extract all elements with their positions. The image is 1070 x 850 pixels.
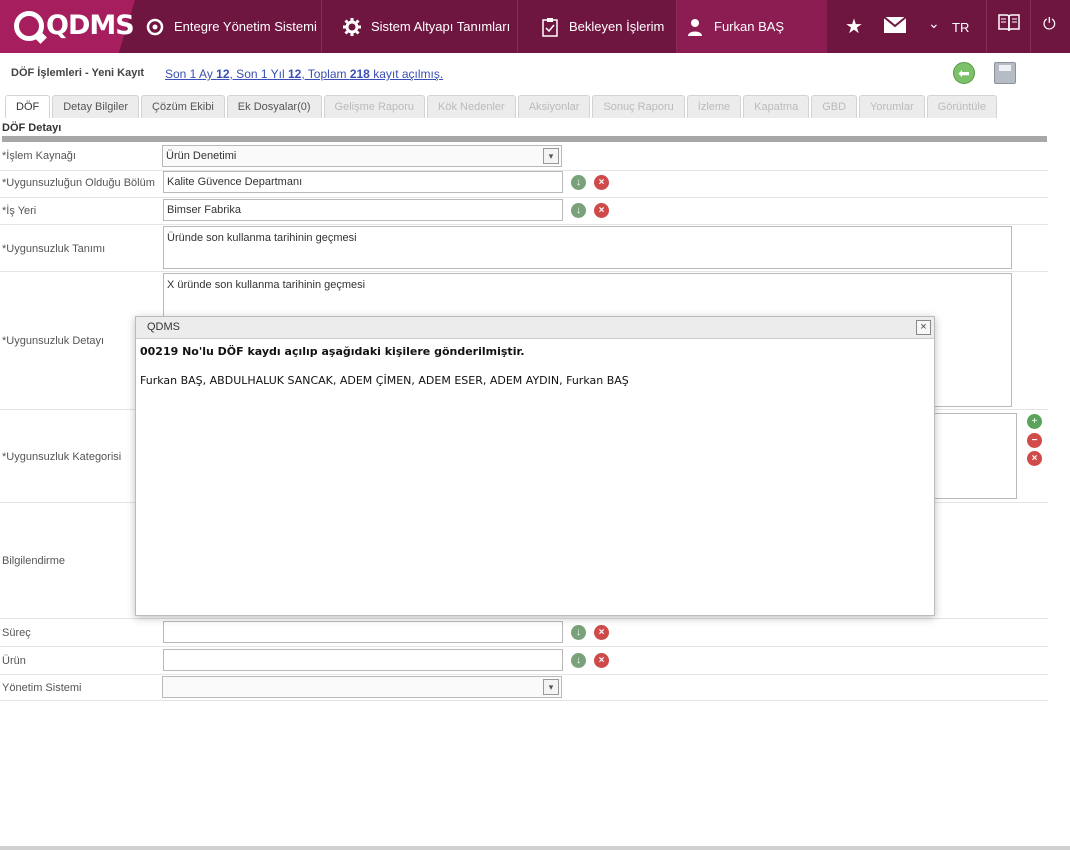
tab-detay-bilgiler[interactable]: Detay Bilgiler [52, 95, 140, 118]
tab-dof[interactable]: DÖF [5, 95, 51, 118]
field-label: *Uygunsuzluk Detayı [2, 335, 105, 347]
tab-kapatma[interactable]: Kapatma [743, 95, 810, 118]
language-selector[interactable]: TR [952, 20, 969, 35]
user-icon [685, 17, 705, 37]
chevron-down-icon[interactable]: ⌄ [928, 15, 940, 32]
select-down-icon[interactable]: ↓ [571, 625, 586, 640]
tab-cozum-ekibi[interactable]: Çözüm Ekibi [141, 95, 225, 118]
tab-sonuc-raporu[interactable]: Sonuç Raporu [592, 95, 685, 118]
tab-izleme[interactable]: İzleme [686, 95, 742, 118]
dialog-recipients: Furkan BAŞ, ABDULHALUK SANCAK, ADEM ÇİME… [140, 374, 629, 387]
row-urun: Ürün ↓ × [0, 647, 1048, 675]
tab-gbd[interactable]: GBD [811, 95, 858, 118]
tab-gelisme-raporu[interactable]: Gelişme Raporu [323, 95, 426, 118]
nav-user-menu[interactable]: Furkan BAŞ [677, 0, 827, 53]
star-icon[interactable]: ★ [845, 14, 863, 39]
nav-sistem-altyapi[interactable]: Sistem Altyapı Tanımları [322, 0, 518, 53]
row-is-yeri: *İş Yeri Bimser Fabrika ↓ × [0, 198, 1048, 225]
clipboard-icon [540, 17, 560, 37]
clear-icon[interactable]: × [594, 653, 609, 668]
field-label: Ürün [2, 655, 26, 667]
row-yonetim-sistemi: Yönetim Sistemi ▾ [0, 675, 1048, 701]
row-tanim: *Uygunsuzluk Tanımı Üründe son kullanma … [0, 225, 1048, 272]
select-down-icon[interactable]: ↓ [571, 175, 586, 190]
page-bottom-border [0, 846, 1070, 850]
stats-text: , Son 1 Yıl [229, 67, 288, 81]
nav-bekleyen-islerim[interactable]: Bekleyen İşlerim [518, 0, 677, 53]
field-label: *Uygunsuzluğun Olduğu Bölüm [2, 177, 155, 189]
stats-count: 12 [216, 67, 230, 81]
islem-kaynagi-select[interactable]: Ürün Denetimi ▾ [162, 145, 562, 167]
back-button[interactable]: ⬅ [953, 62, 975, 84]
chevron-down-icon[interactable]: ▾ [543, 148, 559, 164]
row-surec: Süreç ↓ × [0, 619, 1048, 647]
clear-icon[interactable]: × [594, 625, 609, 640]
is-yeri-field[interactable]: Bimser Fabrika [163, 199, 563, 221]
stats-text: , Toplam [301, 67, 350, 81]
select-value: Ürün Denetimi [166, 150, 237, 162]
row-bolum: *Uygunsuzluğun Olduğu Bölüm Kalite Güven… [0, 171, 1048, 198]
mail-icon[interactable] [883, 16, 907, 39]
tab-yorumlar[interactable]: Yorumlar [859, 95, 925, 118]
stats-text: Son 1 Ay [165, 67, 217, 81]
select-down-icon[interactable]: ↓ [571, 203, 586, 218]
row-islem-kaynagi: *İşlem Kaynağı Ürün Denetimi ▾ [0, 144, 1048, 171]
power-icon[interactable]: ⏻ [1043, 16, 1056, 34]
yonetim-sistemi-select[interactable]: ▾ [162, 676, 562, 698]
stats-text: kayıt açılmış. [369, 67, 444, 81]
close-icon[interactable]: × [916, 320, 931, 335]
nav-entegre-yonetim[interactable]: Entegre Yönetim Sistemi [135, 0, 322, 53]
section-divider [2, 136, 1047, 142]
stats-count: 12 [288, 67, 302, 81]
surec-field[interactable] [163, 621, 563, 643]
add-icon[interactable]: + [1027, 414, 1042, 429]
field-label: *Uygunsuzluk Kategorisi [2, 451, 122, 463]
remove-icon[interactable]: − [1027, 433, 1042, 448]
field-label: Süreç [2, 627, 31, 639]
clear-icon[interactable]: × [594, 203, 609, 218]
record-stats-link[interactable]: Son 1 Ay 12, Son 1 Yıl 12, Toplam 218 ka… [165, 67, 443, 81]
tab-bar: DÖF Detay Bilgiler Çözüm Ekibi Ek Dosyal… [5, 95, 999, 118]
tab-aksiyonlar[interactable]: Aksiyonlar [517, 95, 591, 118]
nav-label: Bekleyen İşlerim [569, 19, 665, 34]
page-title: DÖF İşlemleri - Yeni Kayıt [11, 67, 145, 79]
section-title: DÖF Detayı [2, 122, 62, 134]
field-label: *İşlem Kaynağı [2, 150, 76, 162]
clear-icon[interactable]: × [1027, 451, 1042, 466]
tab-kok-nedenler[interactable]: Kök Nedenler [427, 95, 516, 118]
qdms-logo[interactable]: QDMS [14, 10, 135, 41]
dialog-title: QDMS [147, 321, 180, 333]
manual-button[interactable] [986, 0, 1031, 53]
nav-label: Sistem Altyapı Tanımları [371, 19, 511, 34]
bolum-field[interactable]: Kalite Güvence Departmanı [163, 171, 563, 193]
clear-icon[interactable]: × [594, 175, 609, 190]
urun-field[interactable] [163, 649, 563, 671]
field-label: Bilgilendirme [2, 555, 65, 567]
nav-label: Entegre Yönetim Sistemi [174, 19, 317, 34]
dialog-titlebar: QDMS × [136, 317, 934, 339]
field-label: *Uygunsuzluk Tanımı [2, 243, 106, 255]
tanim-textarea[interactable]: Üründe son kullanma tarihinin geçmesi [163, 226, 1012, 269]
select-down-icon[interactable]: ↓ [571, 653, 586, 668]
top-navigation-bar: QDMS Entegre Yönetim Sistemi Sistem Alty… [0, 0, 1070, 53]
dialog-message: 00219 No'lu DÖF kaydı açılıp aşağıdaki k… [140, 345, 525, 358]
stats-count: 218 [349, 67, 370, 81]
notification-dialog: QDMS × 00219 No'lu DÖF kaydı açılıp aşağ… [135, 316, 935, 616]
logo-text: QDMS [46, 10, 135, 41]
logo-ring-icon [14, 10, 44, 41]
tab-goruntule[interactable]: Görüntüle [926, 95, 997, 118]
save-button[interactable] [994, 62, 1016, 84]
field-label: Yönetim Sistemi [2, 682, 82, 694]
user-name: Furkan BAŞ [714, 19, 785, 34]
chevron-down-icon[interactable]: ▾ [543, 679, 559, 695]
field-label: *İş Yeri [2, 205, 37, 217]
gear-icon [342, 17, 362, 37]
tab-ek-dosyalar[interactable]: Ek Dosyalar(0) [226, 95, 322, 118]
qdms-logo-icon [145, 17, 165, 37]
arrow-left-icon: ⬅ [958, 65, 970, 81]
book-icon [998, 14, 1020, 35]
